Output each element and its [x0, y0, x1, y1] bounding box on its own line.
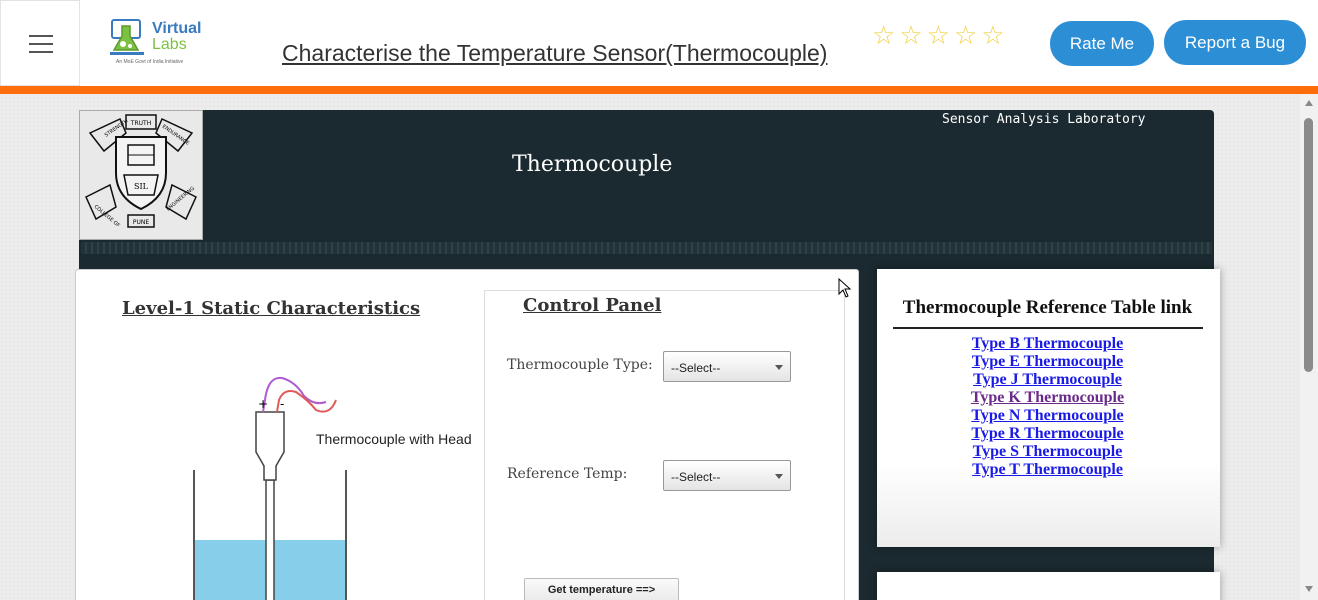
scroll-down-arrow-icon[interactable] — [1305, 586, 1313, 592]
emblem-text-pune: PUNE — [133, 219, 149, 226]
hamburger-icon-line — [29, 51, 53, 53]
link-type-j[interactable]: Type J Thermocouple — [877, 371, 1218, 389]
level-heading: Level-1 Static Characteristics — [122, 298, 421, 319]
logo-text-labs: Labs — [152, 36, 187, 53]
hamburger-menu-button[interactable] — [0, 0, 80, 86]
scroll-up-arrow-icon[interactable] — [1305, 100, 1313, 106]
reference-temp-label: Reference Temp: — [507, 466, 628, 482]
thermocouple-type-select[interactable]: --Select-- — [663, 351, 791, 382]
star-outline-icon[interactable]: ☆ — [927, 22, 950, 48]
top-navbar: Virtual Labs An MoE Govt of India Initia… — [0, 0, 1318, 86]
lab-title: Thermocouple — [512, 152, 673, 177]
star-outline-icon[interactable]: ☆ — [954, 22, 977, 48]
page-scrollbar[interactable] — [1300, 94, 1318, 600]
polarity-minus: - — [280, 397, 284, 411]
thermocouple-type-label: Thermocouple Type: — [507, 357, 653, 373]
thermocouple-type-value: --Select-- — [671, 361, 721, 375]
college-emblem: TRUTH STRENGTH ENDURANCE SIL COLLEGE OF … — [79, 110, 203, 240]
report-bug-button[interactable]: Report a Bug — [1164, 20, 1306, 65]
header-accent-bar — [0, 86, 1318, 94]
link-type-n[interactable]: Type N Thermocouple — [877, 407, 1218, 425]
chevron-down-icon — [775, 474, 783, 479]
college-crest-icon: TRUTH STRENGTH ENDURANCE SIL COLLEGE OF … — [80, 111, 202, 239]
rate-me-button[interactable]: Rate Me — [1050, 21, 1154, 66]
mouse-cursor-icon — [838, 278, 852, 298]
wire-positive — [262, 376, 327, 413]
lab-header: TRUTH STRENGTH ENDURANCE SIL COLLEGE OF … — [79, 110, 1214, 270]
scrollbar-thumb[interactable] — [1304, 118, 1313, 372]
reference-temp-select[interactable]: --Select-- — [663, 460, 791, 491]
thermocouple-diagram: + - — [193, 376, 347, 600]
reference-table-card: Thermocouple Reference Table link Type B… — [877, 269, 1220, 547]
rating-stars: ☆ ☆ ☆ ☆ ☆ — [872, 22, 1005, 48]
reference-temp-value: --Select-- — [671, 470, 721, 484]
control-panel: Control Panel Thermocouple Type: --Selec… — [484, 290, 845, 600]
lab-name: Sensor Analysis Laboratory — [942, 112, 1146, 127]
second-card — [877, 572, 1220, 600]
get-temperature-button[interactable]: Get temperature ==> — [524, 578, 679, 600]
link-type-e[interactable]: Type E Thermocouple — [877, 353, 1218, 371]
wire-negative — [276, 390, 337, 413]
hamburger-icon-line — [29, 43, 53, 45]
star-outline-icon[interactable]: ☆ — [872, 22, 895, 48]
page-title[interactable]: Characterise the Temperature Sensor(Ther… — [282, 40, 827, 67]
control-panel-heading: Control Panel — [523, 295, 662, 316]
diagram-label: Thermocouple with Head — [316, 431, 472, 447]
hamburger-icon-line — [29, 35, 53, 37]
logo-tagline: An MoE Govt of India Initiative — [116, 59, 184, 65]
link-type-k[interactable]: Type K Thermocouple — [877, 389, 1218, 407]
header-divider-stripe — [81, 242, 1212, 254]
reference-links: Type B Thermocouple Type E Thermocouple … — [877, 335, 1218, 479]
link-type-r[interactable]: Type R Thermocouple — [877, 425, 1218, 443]
reference-divider — [893, 327, 1203, 329]
emblem-text-truth: TRUTH — [130, 120, 151, 127]
polarity-plus: + — [258, 397, 268, 411]
svg-text:SIL: SIL — [134, 182, 149, 191]
link-type-t[interactable]: Type T Thermocouple — [877, 461, 1218, 479]
experiment-panel: Level-1 Static Characteristics + - Therm… — [75, 269, 859, 600]
probe-head — [255, 411, 285, 481]
link-type-s[interactable]: Type S Thermocouple — [877, 443, 1218, 461]
chevron-down-icon — [775, 365, 783, 370]
virtual-labs-logo[interactable]: Virtual Labs An MoE Govt of India Initia… — [108, 16, 204, 70]
flask-icon — [110, 19, 144, 55]
star-outline-icon[interactable]: ☆ — [981, 22, 1004, 48]
link-type-b[interactable]: Type B Thermocouple — [877, 335, 1218, 353]
star-outline-icon[interactable]: ☆ — [899, 22, 922, 48]
probe-stem — [265, 479, 275, 600]
reference-title: Thermocouple Reference Table link — [902, 297, 1193, 318]
